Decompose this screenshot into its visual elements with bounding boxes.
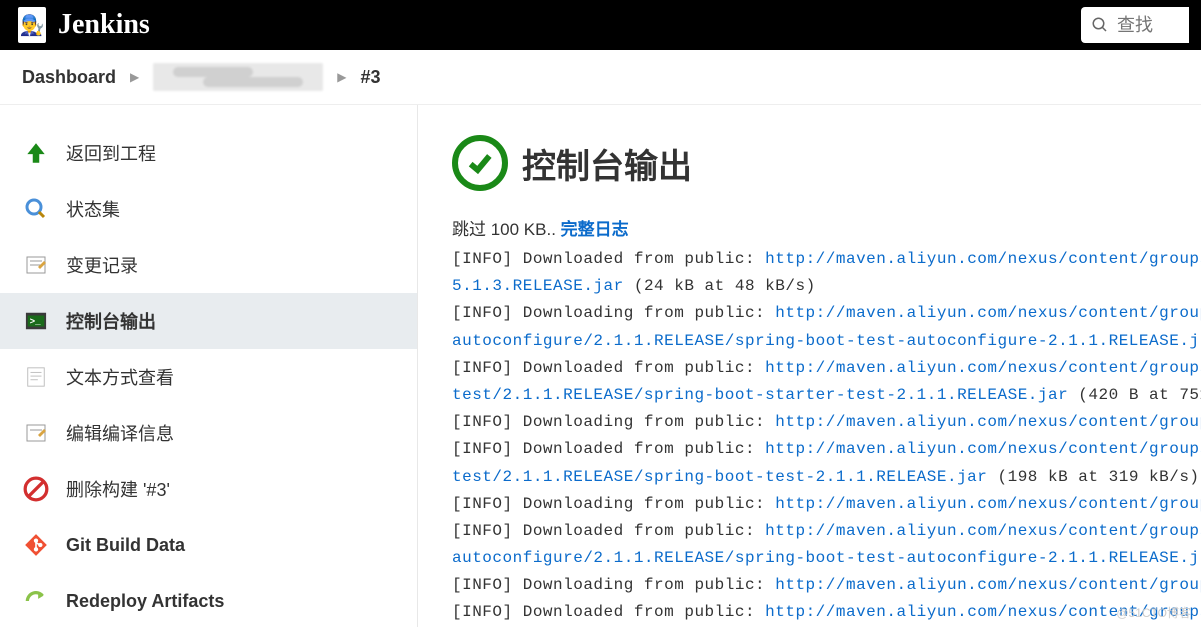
sidebar-item-back-to-project[interactable]: 返回到工程 (0, 125, 417, 181)
search-box[interactable] (1081, 7, 1189, 43)
sidebar-item-label: 文本方式查看 (66, 364, 174, 390)
success-status-icon (452, 135, 508, 191)
console-line: 5.1.3.RELEASE.jar (24 kB at 48 kB/s) (452, 273, 1201, 300)
console-line: [INFO] Downloaded from public: http://ma… (452, 518, 1201, 545)
console-line: autoconfigure/2.1.1.RELEASE/spring-boot-… (452, 328, 1201, 355)
notepad-icon (22, 251, 50, 279)
notepad-edit-icon (22, 419, 50, 447)
console-line: [INFO] Downloaded from public: http://ma… (452, 355, 1201, 382)
prohibit-icon (22, 475, 50, 503)
top-header: 👨‍🔧 Jenkins (0, 0, 1201, 50)
sidebar-item-changes[interactable]: 变更记录 (0, 237, 417, 293)
redeploy-arrow-icon (22, 587, 50, 615)
document-icon (22, 363, 50, 391)
sidebar: 返回到工程 状态集 变更记录 >_ 控制台输出 文本方式查看 编辑编译信息 删除… (0, 105, 418, 627)
console-line: [INFO] Downloading from public: http://m… (452, 409, 1201, 436)
sidebar-item-console[interactable]: >_ 控制台输出 (0, 293, 417, 349)
page-title: 控制台输出 (522, 139, 692, 188)
sidebar-item-redeploy[interactable]: Redeploy Artifacts (0, 573, 417, 629)
breadcrumb: Dashboard ▶ ▶ #3 (0, 50, 1201, 105)
terminal-icon: >_ (22, 307, 50, 335)
brand-name: Jenkins (58, 9, 150, 41)
search-icon (1091, 16, 1109, 34)
console-line: [INFO] Downloading from public: http://m… (452, 491, 1201, 518)
console-line: autoconfigure/2.1.1.RELEASE/spring-boot-… (452, 545, 1201, 572)
breadcrumb-build[interactable]: #3 (361, 67, 381, 88)
svg-text:>_: >_ (30, 316, 41, 327)
breadcrumb-dashboard[interactable]: Dashboard (22, 67, 116, 88)
sidebar-item-label: 变更记录 (66, 252, 138, 278)
sidebar-item-label: 控制台输出 (66, 308, 156, 334)
console-line: [INFO] Downloading from public: http://m… (452, 300, 1201, 327)
sidebar-item-label: Redeploy Artifacts (66, 591, 224, 612)
sidebar-item-label: 状态集 (66, 196, 120, 222)
sidebar-item-label: 编辑编译信息 (66, 420, 174, 446)
breadcrumb-job-redacted[interactable] (153, 63, 323, 91)
full-log-link[interactable]: 完整日志 (561, 220, 629, 239)
jenkins-logo-icon: 👨‍🔧 (18, 7, 46, 43)
up-arrow-icon (22, 139, 50, 167)
console-line: [INFO] Downloaded from public: http://ma… (452, 436, 1201, 463)
sidebar-item-label: 删除构建 '#3' (66, 476, 170, 502)
sidebar-item-label: 返回到工程 (66, 140, 156, 166)
sidebar-item-delete-build[interactable]: 删除构建 '#3' (0, 461, 417, 517)
console-line: test/2.1.1.RELEASE/spring-boot-starter-t… (452, 382, 1201, 409)
sidebar-item-status[interactable]: 状态集 (0, 181, 417, 237)
magnifier-icon (22, 195, 50, 223)
brand-logo[interactable]: 👨‍🔧 Jenkins (18, 7, 150, 43)
chevron-right-icon: ▶ (130, 70, 139, 84)
skip-info: 跳过 100 KB.. 完整日志 (452, 215, 1201, 240)
chevron-right-icon: ▶ (337, 70, 346, 84)
sidebar-item-edit-build[interactable]: 编辑编译信息 (0, 405, 417, 461)
console-output: [INFO] Downloaded from public: http://ma… (452, 246, 1201, 627)
watermark: @51CTO博客 (1116, 604, 1191, 621)
console-line: [INFO] Downloaded from public: http://ma… (452, 246, 1201, 273)
console-line: [INFO] Downloaded from public: http://ma… (452, 599, 1201, 626)
main-content: 控制台输出 跳过 100 KB.. 完整日志 [INFO] Downloaded… (418, 105, 1201, 627)
sidebar-item-label: Git Build Data (66, 535, 185, 556)
sidebar-item-git-build-data[interactable]: Git Build Data (0, 517, 417, 573)
sidebar-item-plain-text[interactable]: 文本方式查看 (0, 349, 417, 405)
console-line: [INFO] Downloading from public: http://m… (452, 572, 1201, 599)
git-icon (22, 531, 50, 559)
console-line: test/2.1.1.RELEASE/spring-boot-test-2.1.… (452, 464, 1201, 491)
search-input[interactable] (1117, 15, 1177, 36)
